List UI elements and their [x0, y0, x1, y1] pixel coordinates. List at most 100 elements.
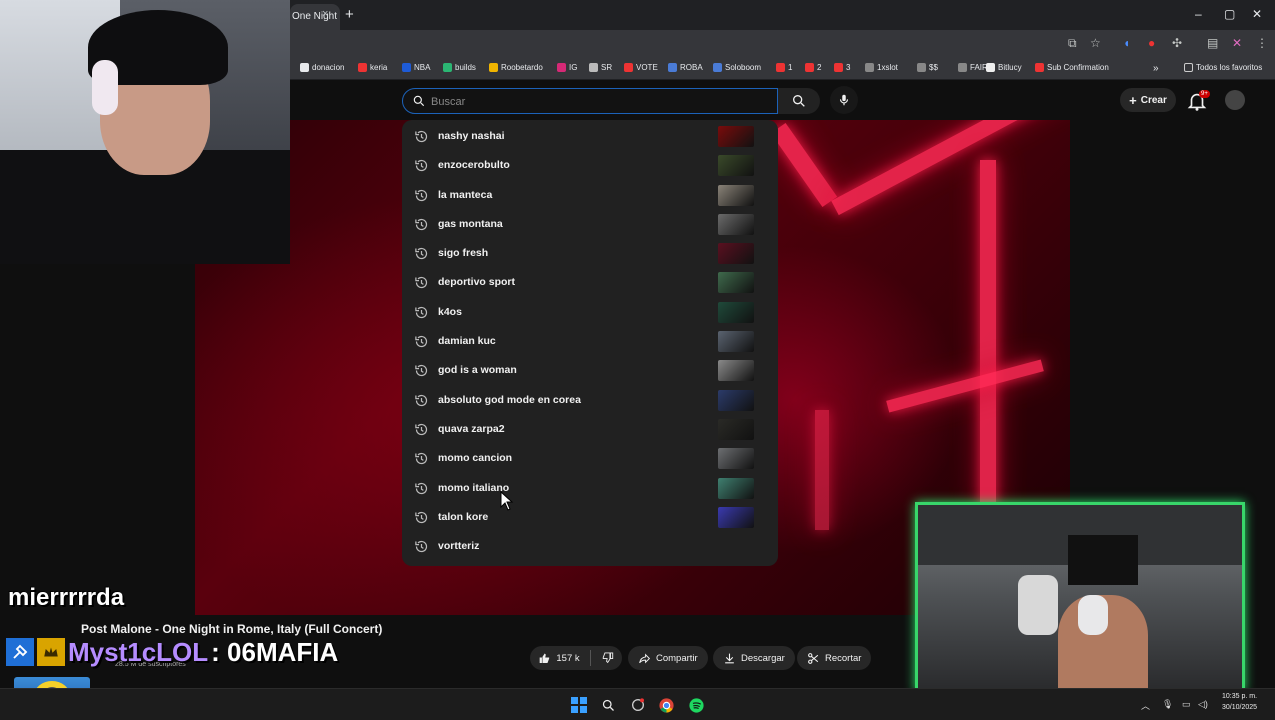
install-app-icon[interactable]: ⧉: [1068, 36, 1077, 51]
account-avatar[interactable]: [1225, 90, 1245, 110]
bookmark-item[interactable]: donacion: [300, 63, 344, 72]
bookmark-item[interactable]: ROBA: [668, 63, 703, 72]
bookmark-favicon-icon: [986, 63, 995, 72]
search-box: [402, 88, 778, 114]
extensions-puzzle-icon[interactable]: ✣: [1172, 36, 1182, 50]
bookmark-item[interactable]: IG: [557, 63, 577, 72]
streamer-webcam: [0, 0, 290, 264]
bookmarks-more-icon[interactable]: »: [1153, 63, 1159, 74]
minimize-icon[interactable]: –: [1195, 7, 1202, 21]
thumbs-up-icon[interactable]: [538, 651, 551, 665]
browser-tab[interactable]: One Night: [290, 4, 340, 30]
bookmark-label: Sub Confirmation: [1047, 63, 1109, 72]
bookmark-label: Roobetardo: [501, 63, 543, 72]
system-clock[interactable]: 10:35 p. m. 30/10/2025: [1222, 691, 1257, 713]
suggestion-thumbnail: [718, 418, 754, 440]
chat-text: : 06MAFIA: [211, 636, 339, 667]
tab-close-icon[interactable]: ×: [322, 8, 328, 20]
bookmark-favicon-icon: [668, 63, 677, 72]
search-suggestion[interactable]: nashy nashai: [402, 122, 778, 151]
search-suggestion[interactable]: damian kuc: [402, 327, 778, 356]
bookmark-item[interactable]: Sub Confirmation: [1035, 63, 1109, 72]
extension-record-icon[interactable]: ●: [1148, 36, 1155, 50]
all-bookmarks-folder[interactable]: Todos los favoritos: [1184, 63, 1262, 72]
bookmark-item[interactable]: $$: [917, 63, 938, 72]
search-suggestion[interactable]: talon kore: [402, 503, 778, 532]
window-close-icon[interactable]: ✕: [1252, 7, 1262, 21]
bookmark-item[interactable]: 1: [776, 63, 792, 72]
windows-taskbar: ︿ 🎙︎ ▭ ◁): [0, 688, 1275, 720]
search-suggestion[interactable]: sigo fresh: [402, 239, 778, 268]
bookmark-item[interactable]: 2: [805, 63, 821, 72]
search-suggestion[interactable]: momo italiano: [402, 474, 778, 503]
search-button[interactable]: [778, 88, 820, 114]
all-bookmarks-label: Todos los favoritos: [1196, 63, 1263, 72]
bookmark-item[interactable]: Roobetardo: [489, 63, 543, 72]
new-tab-icon[interactable]: +: [345, 6, 354, 23]
search-suggestion[interactable]: k4os: [402, 298, 778, 327]
taskbar-search-icon[interactable]: [598, 695, 618, 715]
history-icon: [414, 363, 429, 378]
bookmark-item[interactable]: builds: [443, 63, 476, 72]
suggestion-text: deportivo sport: [438, 276, 516, 289]
tab-search-icon[interactable]: ▤: [1207, 36, 1218, 50]
thumbs-down-icon[interactable]: [601, 651, 614, 665]
suggestion-thumbnail: [718, 126, 754, 147]
download-label: Descargar: [741, 652, 785, 664]
like-count[interactable]: 157 k: [556, 653, 579, 664]
clock-time: 10:35 p. m.: [1222, 693, 1258, 700]
share-button[interactable]: Compartir: [628, 646, 708, 670]
tray-display-icon[interactable]: ▭: [1182, 699, 1191, 710]
extension-audio-icon[interactable]: ◖: [1123, 36, 1130, 50]
tab-title: One Night: [292, 11, 338, 22]
taskbar-app-icon[interactable]: [628, 695, 648, 715]
suggestion-text: quava zarpa2: [438, 422, 505, 435]
maximize-icon[interactable]: ▢: [1224, 7, 1235, 21]
browser-menu-icon[interactable]: ⋮: [1256, 36, 1268, 50]
download-button[interactable]: Descargar: [713, 646, 795, 670]
clip-button[interactable]: Recortar: [797, 646, 872, 670]
bookmark-item[interactable]: Soloboom: [713, 63, 761, 72]
suggestion-thumbnail: [718, 331, 754, 353]
search-input[interactable]: [431, 93, 761, 110]
search-suggestion[interactable]: god is a woman: [402, 356, 778, 385]
search-suggestion[interactable]: quava zarpa2: [402, 415, 778, 444]
search-suggestion[interactable]: vortteriz: [402, 532, 778, 561]
bookmark-item[interactable]: FAIR: [958, 63, 988, 72]
bookmark-item[interactable]: Bitlucy: [986, 63, 1022, 72]
search-suggestion[interactable]: absoluto god mode en corea: [402, 386, 778, 415]
bookmark-label: Bitlucy: [998, 63, 1022, 72]
scissors-icon: [808, 652, 819, 664]
person-background: [1018, 575, 1058, 635]
suggestion-thumbnail: [718, 272, 754, 294]
bookmark-label: NBA: [414, 63, 431, 72]
windows-start-icon[interactable]: [569, 695, 589, 715]
bookmark-item[interactable]: VOTE: [624, 63, 658, 72]
bookmark-item[interactable]: 1xslot: [865, 63, 898, 72]
profile-icon[interactable]: ✕: [1232, 36, 1242, 50]
tray-overflow-icon[interactable]: ︿: [1141, 699, 1150, 712]
search-suggestion[interactable]: la manteca: [402, 181, 778, 210]
search-suggestion[interactable]: deportivo sport: [402, 268, 778, 297]
headset-icon: [92, 60, 118, 115]
headset-icon: [1078, 595, 1108, 635]
voice-search-button[interactable]: [830, 86, 858, 114]
create-button[interactable]: + Crear: [1120, 88, 1176, 112]
bookmark-item[interactable]: keria: [358, 63, 387, 72]
history-icon: [414, 393, 429, 408]
bookmark-item[interactable]: 3: [834, 63, 850, 72]
tray-volume-icon[interactable]: ◁): [1198, 699, 1208, 710]
bookmark-favicon-icon: [805, 63, 814, 72]
search-suggestion[interactable]: momo cancion: [402, 444, 778, 473]
bookmark-item[interactable]: NBA: [402, 63, 430, 72]
chrome-icon[interactable]: [656, 695, 676, 715]
search-suggestion[interactable]: enzocerobulto: [402, 151, 778, 180]
bookmark-item[interactable]: SR: [589, 63, 612, 72]
bookmark-star-icon[interactable]: ☆: [1090, 36, 1101, 50]
tray-mic-icon[interactable]: 🎙︎: [1162, 699, 1173, 710]
bookmark-favicon-icon: [557, 63, 566, 72]
spotify-icon[interactable]: [686, 695, 706, 715]
suggestion-text: vortteriz: [438, 540, 480, 553]
suggestion-text: sigo fresh: [438, 247, 489, 260]
search-suggestion[interactable]: gas montana: [402, 210, 778, 239]
